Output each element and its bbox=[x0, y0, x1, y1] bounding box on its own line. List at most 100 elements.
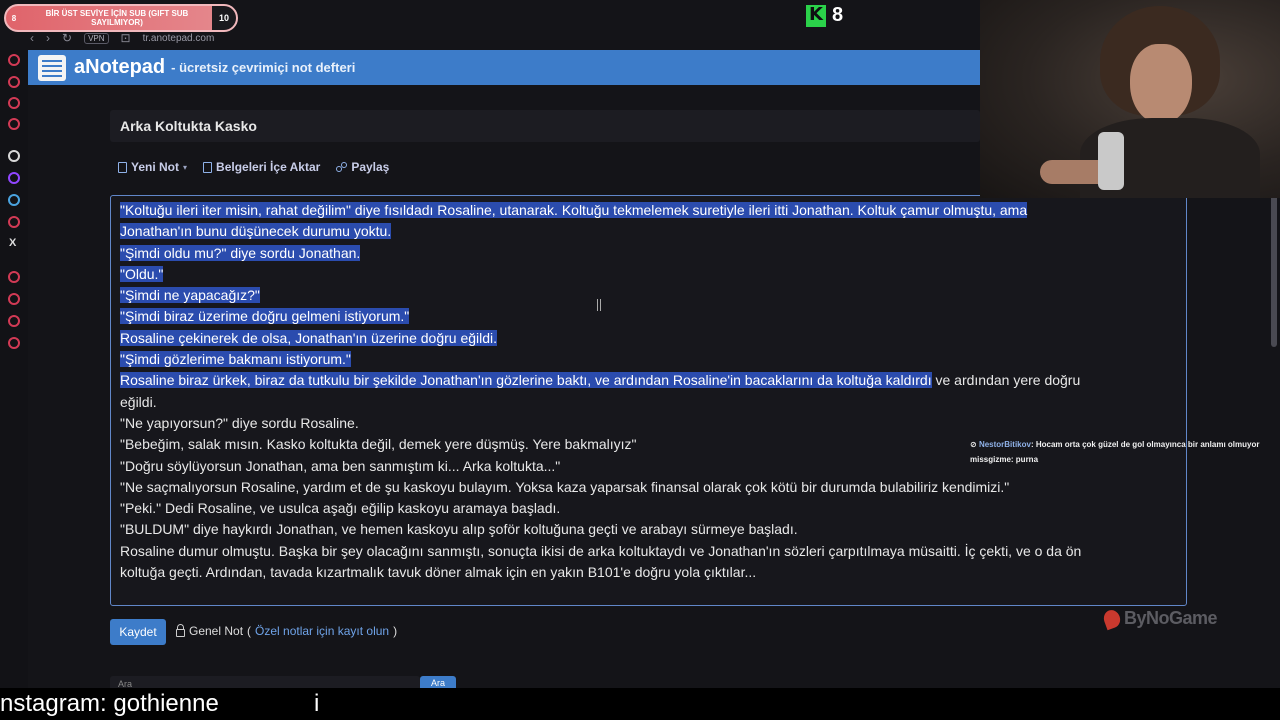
stream-screen: ‹ › ↻ VPN ⊡ tr.anotepad.com 8 BİR ÜST SE… bbox=[0, 0, 1280, 720]
watermark-text: ByNoGame bbox=[1124, 608, 1218, 628]
vpn-badge[interactable]: VPN bbox=[84, 32, 109, 44]
sub-goal-text: BİR ÜST SEVİYE İÇİN SUB (GIFT SUB SAYILM… bbox=[45, 9, 189, 27]
rail-app-icon[interactable] bbox=[8, 54, 20, 66]
note-line: Rosaline biraz ürkek, biraz da tutkulu b… bbox=[120, 370, 1177, 391]
note-line: "Koltuğu ileri iter misin, rahat değilim… bbox=[120, 200, 1177, 221]
unselected-text: "Ne saçmalıyorsun Rosaline, yardım et de… bbox=[120, 478, 1010, 495]
forward-icon[interactable]: › bbox=[46, 31, 50, 45]
site-tagline: - ücretsiz çevrimiçi not defteri bbox=[171, 60, 356, 75]
url-text[interactable]: tr.anotepad.com bbox=[143, 33, 215, 44]
note-line: "Ne saçmalıyorsun Rosaline, yardım et de… bbox=[120, 477, 1177, 498]
chat-badge-icon: ⊘ bbox=[970, 440, 979, 449]
note-line: "Şimdi ne yapacağız?" bbox=[120, 285, 1177, 306]
selected-text: "Koltuğu ileri iter misin, rahat değilim… bbox=[120, 202, 1028, 218]
share-icon bbox=[336, 161, 348, 173]
sub-goal-target: 10 bbox=[212, 6, 236, 30]
chat-message: ⊘ NestorBitikov: Hocam orta çok güzel de… bbox=[970, 437, 1270, 452]
rail-instagram-icon[interactable] bbox=[8, 216, 20, 228]
visibility-paren-close: ) bbox=[393, 624, 398, 638]
unselected-text: "Peki." Dedi Rosaline, ve usulca aşağı e… bbox=[120, 500, 561, 517]
selected-text: "Oldu." bbox=[120, 265, 164, 282]
note-line: "BULDUM" diye haykırdı Jonathan, ve heme… bbox=[120, 519, 1177, 540]
rail-settings-icon[interactable] bbox=[8, 337, 20, 349]
viewer-count: 8 bbox=[832, 4, 844, 26]
chat-message: missgizme: purna bbox=[970, 452, 1270, 467]
note-line: "Ne yapıyorsun?" diye sordu Rosaline. bbox=[120, 413, 1177, 434]
note-line: Jonathan'ın bunu düşünecek durumu yoktu. bbox=[120, 221, 1177, 242]
microphone-icon bbox=[1098, 132, 1124, 190]
document-icon bbox=[118, 161, 127, 173]
caption-extra: i bbox=[314, 690, 320, 717]
watermark-logo-icon bbox=[1101, 607, 1123, 630]
sub-goal-current: 8 bbox=[11, 13, 17, 23]
caption-text: nstagram: gothienne bbox=[0, 690, 219, 717]
note-title-field[interactable]: Arka Koltukta Kasko bbox=[110, 110, 980, 142]
rail-x-icon[interactable]: X bbox=[9, 237, 16, 249]
rail-app-icon[interactable] bbox=[8, 97, 20, 109]
browser-side-rail: X bbox=[0, 50, 28, 720]
page-scrollbar[interactable] bbox=[1271, 175, 1277, 347]
sub-goal-overlay: 8 BİR ÜST SEVİYE İÇİN SUB (GIFT SUB SAYI… bbox=[4, 4, 238, 32]
note-line: koltuğa geçti. Ardından, tavada kızartma… bbox=[120, 562, 1177, 583]
note-text-area[interactable]: "Koltuğu ileri iter misin, rahat değilim… bbox=[110, 195, 1187, 606]
selected-text: "Şimdi biraz üzerime doğru gelmeni istiy… bbox=[120, 308, 410, 325]
chat-username: missgizme bbox=[970, 455, 1011, 464]
register-link[interactable]: Özel notlar için kayıt olun bbox=[255, 624, 389, 638]
channel-watermark: ByNoGame bbox=[1101, 607, 1218, 630]
rail-chatgpt-icon[interactable] bbox=[8, 150, 20, 162]
note-toolbar: Yeni Not ▾ Belgeleri İçe Aktar Paylaş bbox=[118, 158, 389, 176]
rail-app-icon[interactable] bbox=[8, 118, 20, 130]
visibility-label: Genel Not bbox=[189, 624, 244, 638]
note-content: "Koltuğu ileri iter misin, rahat değilim… bbox=[120, 200, 1177, 583]
selected-text: Rosaline çekinerek de olsa, Jonathan'ın … bbox=[120, 329, 498, 346]
rail-app-icon[interactable] bbox=[8, 271, 20, 283]
bottom-caption-bar: nstagram: gothienne i bbox=[0, 688, 1280, 720]
site-brand[interactable]: aNotepad bbox=[74, 56, 165, 79]
note-line: "Şimdi biraz üzerime doğru gelmeni istiy… bbox=[120, 306, 1177, 327]
streamer-face bbox=[1130, 44, 1192, 124]
unselected-text: "Doğru söylüyorsun Jonathan, ama ben san… bbox=[120, 457, 561, 474]
rail-app-icon[interactable] bbox=[8, 315, 20, 327]
save-button[interactable]: Kaydet bbox=[110, 619, 166, 645]
selected-text: Jonathan'ın bunu düşünecek durumu yoktu. bbox=[120, 223, 392, 240]
unselected-text: ve ardından yere doğru bbox=[931, 372, 1081, 389]
new-note-button[interactable]: Yeni Not ▾ bbox=[118, 160, 187, 174]
rail-twitch-icon[interactable] bbox=[8, 172, 20, 184]
back-icon[interactable]: ‹ bbox=[30, 31, 34, 45]
note-line: "Şimdi oldu mu?" diye sordu Jonathan. bbox=[120, 243, 1177, 264]
import-icon bbox=[203, 161, 213, 173]
note-line: "Peki." Dedi Rosaline, ve usulca aşağı e… bbox=[120, 498, 1177, 519]
chat-text: : purna bbox=[1010, 455, 1039, 464]
share-button[interactable]: Paylaş bbox=[336, 160, 389, 174]
rail-telegram-icon[interactable] bbox=[8, 194, 20, 206]
import-docs-button[interactable]: Belgeleri İçe Aktar bbox=[203, 160, 320, 174]
share-label: Paylaş bbox=[351, 160, 390, 174]
site-header: aNotepad - ücretsiz çevrimiçi not defter… bbox=[28, 50, 980, 85]
chat-text: : Hocam orta çok güzel de gol olmayınca … bbox=[1030, 440, 1260, 449]
unselected-text: "Bebeğim, salak mısın. Kasko koltukta de… bbox=[120, 436, 637, 453]
visibility-paren-open: ( bbox=[247, 624, 252, 638]
chevron-down-icon: ▾ bbox=[183, 162, 188, 172]
selected-text: "Şimdi ne yapacağız?" bbox=[120, 287, 260, 304]
selected-text: "Şimdi oldu mu?" diye sordu Jonathan. bbox=[120, 244, 361, 261]
selected-text: "Şimdi gözlerime bakmanı istiyorum." bbox=[120, 351, 351, 368]
import-docs-label: Belgeleri İçe Aktar bbox=[216, 160, 321, 174]
unselected-text: "BULDUM" diye haykırdı Jonathan, ve heme… bbox=[120, 521, 798, 538]
note-line: "Şimdi gözlerime bakmanı istiyorum." bbox=[120, 349, 1177, 370]
reload-icon[interactable]: ↻ bbox=[62, 31, 72, 45]
unlock-icon bbox=[176, 623, 185, 637]
note-title: Arka Koltukta Kasko bbox=[120, 118, 257, 134]
notepad-logo-icon[interactable] bbox=[38, 54, 66, 81]
note-line: Rosaline dumur olmuştu. Başka bir şey ol… bbox=[120, 541, 1177, 562]
lock-icon: ⊡ bbox=[120, 31, 131, 45]
kick-viewer-counter: K 8 bbox=[806, 4, 843, 27]
rail-history-icon[interactable] bbox=[8, 293, 20, 305]
note-line: Rosaline çekinerek de olsa, Jonathan'ın … bbox=[120, 328, 1177, 349]
text-cursor-icon bbox=[597, 299, 601, 311]
rail-app-icon[interactable] bbox=[8, 76, 20, 88]
note-visibility: Genel Not (Özel notlar için kayıt olun) bbox=[176, 623, 398, 638]
note-line: "Oldu." bbox=[120, 264, 1177, 285]
address-bar[interactable]: ‹ › ↻ VPN ⊡ tr.anotepad.com bbox=[30, 30, 214, 46]
note-line: eğildi. bbox=[120, 392, 1177, 413]
chat-username: NestorBitikov bbox=[978, 440, 1031, 449]
